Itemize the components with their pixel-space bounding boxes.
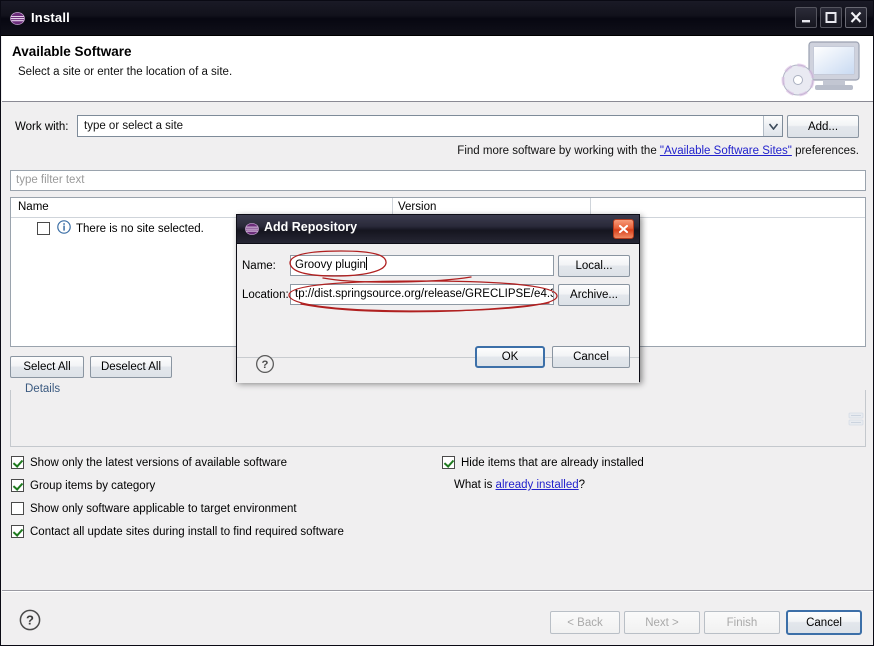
option-label: Hide items that are already installed — [461, 456, 644, 469]
svg-text:?: ? — [26, 613, 34, 628]
help-icon[interactable]: ? — [19, 609, 41, 634]
option-label: Show only the latest versions of availab… — [30, 456, 287, 469]
checkbox[interactable] — [11, 502, 24, 515]
option-label: Contact all update sites during install … — [30, 525, 344, 538]
info-icon — [57, 220, 71, 237]
dialog-ok-button[interactable]: OK — [475, 346, 545, 368]
repository-name-input[interactable]: Groovy plugin — [290, 255, 554, 276]
option-contact-all-update-sites[interactable]: Contact all update sites during install … — [11, 525, 344, 538]
eclipse-install-icon — [245, 222, 259, 239]
svg-text:?: ? — [262, 359, 269, 371]
table-row[interactable]: There is no site selected. — [11, 220, 204, 237]
option-show-latest-versions[interactable]: Show only the latest versions of availab… — [11, 456, 287, 469]
archive-button[interactable]: Archive... — [558, 284, 630, 306]
work-with-combo[interactable]: type or select a site — [77, 115, 783, 137]
what-is-already-installed: What is already installed? — [454, 479, 585, 491]
option-group-by-category[interactable]: Group items by category — [11, 479, 155, 492]
repository-location-input[interactable]: tp://dist.springsource.org/release/GRECL… — [290, 284, 554, 305]
details-panel — [10, 390, 866, 447]
deselect-all-button[interactable]: Deselect All — [90, 356, 172, 378]
work-with-label: Work with: — [15, 121, 69, 133]
available-software-sites-link[interactable]: "Available Software Sites" — [660, 145, 792, 157]
option-applicable-to-target-environment[interactable]: Show only software applicable to target … — [11, 502, 297, 515]
checkbox[interactable] — [11, 525, 24, 538]
back-button: < Back — [550, 611, 620, 634]
dialog-name-label: Name: — [242, 260, 276, 272]
available-software-sites-hint: Find more software by working with the "… — [457, 145, 859, 157]
dialog-close-button[interactable] — [613, 219, 634, 239]
page-title: Available Software — [12, 44, 132, 59]
eclipse-install-icon — [10, 11, 25, 26]
whatis-suffix: ? — [578, 479, 586, 491]
already-installed-link[interactable]: already installed — [496, 479, 579, 491]
window-titlebar: Install — [1, 1, 873, 36]
dialog-cancel-button[interactable]: Cancel — [552, 346, 630, 368]
add-repository-button[interactable]: Add... — [787, 115, 859, 138]
checkbox[interactable] — [442, 456, 455, 469]
dialog-help-icon[interactable]: ? — [255, 354, 275, 377]
work-with-input[interactable]: type or select a site — [78, 120, 763, 132]
wizard-header: Available Software Select a site or ente… — [2, 36, 873, 102]
cancel-button[interactable]: Cancel — [786, 610, 862, 635]
details-legend: Details — [22, 383, 64, 395]
dialog-title: Add Repository — [264, 220, 358, 234]
column-header-name[interactable]: Name — [18, 201, 49, 213]
repository-name-value: Groovy plugin — [295, 259, 366, 271]
option-hide-already-installed[interactable]: Hide items that are already installed — [442, 456, 644, 469]
maximize-button[interactable] — [820, 7, 842, 28]
chevron-down-icon[interactable] — [763, 116, 782, 136]
install-wizard-window: Install Available Software Select a site… — [0, 0, 874, 646]
checkbox[interactable] — [11, 479, 24, 492]
hint-prefix: Find more software by working with the — [457, 145, 660, 157]
minimize-button[interactable] — [795, 7, 817, 28]
details-toggle-icon[interactable] — [848, 411, 864, 430]
option-label: Show only software applicable to target … — [30, 502, 297, 515]
page-subtitle: Select a site or enter the location of a… — [18, 66, 233, 78]
hint-suffix: preferences. — [791, 145, 859, 157]
close-button[interactable] — [845, 7, 867, 28]
next-button: Next > — [624, 611, 700, 634]
finish-button: Finish — [704, 611, 780, 634]
row-name: There is no site selected. — [76, 222, 204, 235]
row-checkbox[interactable] — [37, 222, 50, 235]
dialog-titlebar: Add Repository — [237, 215, 639, 244]
checkbox[interactable] — [11, 456, 24, 469]
filter-input[interactable]: type filter text — [10, 170, 866, 191]
local-button[interactable]: Local... — [558, 255, 630, 277]
select-all-button[interactable]: Select All — [10, 356, 84, 378]
option-label: Group items by category — [30, 479, 156, 492]
column-header-version[interactable]: Version — [398, 201, 436, 213]
whatis-prefix: What is — [454, 479, 496, 491]
monitor-with-disc-icon — [779, 38, 865, 100]
window-title: Install — [31, 10, 70, 25]
dialog-location-label: Location: — [242, 289, 289, 301]
